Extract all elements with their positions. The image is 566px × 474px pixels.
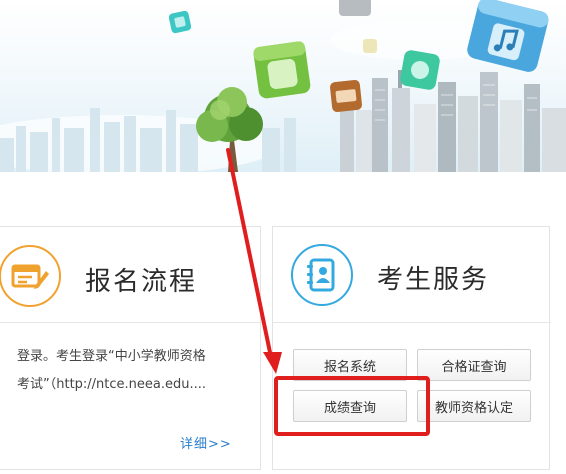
card-divider <box>0 322 262 323</box>
description-line: 登录。考生登录“中小学教师资格 <box>17 349 206 364</box>
form-pen-icon <box>11 264 49 289</box>
cube-icon-green-large <box>253 41 311 99</box>
header-banner <box>0 0 566 172</box>
cube-icon-mint <box>400 50 440 90</box>
cube-icon-teal-small <box>168 10 192 34</box>
score-query-button[interactable]: 成绩查询 <box>293 390 407 422</box>
banner-illustration <box>0 0 566 172</box>
cube-icon-music <box>467 0 549 72</box>
cube-icon-grey <box>339 0 371 16</box>
services-icon-circle <box>291 244 353 306</box>
registration-system-button[interactable]: 报名系统 <box>293 349 407 381</box>
cube-icon-brown <box>330 80 362 112</box>
candidate-services-title: 考生服务 <box>377 265 490 295</box>
description-line: 考试”（http://ntce.neea.edu.... <box>17 377 207 392</box>
certificate-query-button[interactable]: 合格证查询 <box>417 349 531 381</box>
teacher-qualification-button[interactable]: 教师资格认定 <box>417 390 531 422</box>
contact-book-icon <box>307 258 335 292</box>
card-divider <box>273 322 551 323</box>
registration-process-card: 报名流程 登录。考生登录“中小学教师资格 考试”（http://ntce.nee… <box>0 226 262 470</box>
registration-process-title: 报名流程 <box>85 267 198 297</box>
registration-description: 登录。考生登录“中小学教师资格 考试”（http://ntce.neea.edu… <box>17 343 245 399</box>
cube-icon-beige <box>363 39 377 53</box>
candidate-services-card: 考生服务 报名系统 合格证查询 成绩查询 教师资格认定 <box>272 226 551 470</box>
city-buildings <box>340 70 566 172</box>
registration-icon-circle <box>0 245 61 307</box>
details-link[interactable]: 详细>> <box>180 433 232 452</box>
